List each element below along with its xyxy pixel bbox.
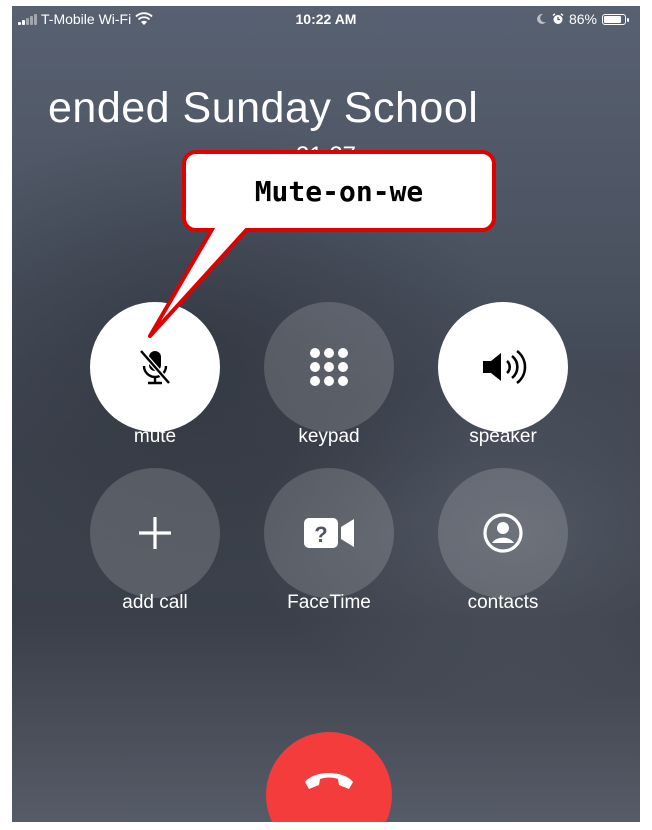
status-right: 86%: [535, 11, 629, 27]
annotation-text: Mute-on-we: [254, 174, 424, 208]
status-bar: T-Mobile Wi-Fi 10:22 AM 86%: [12, 6, 640, 32]
speaker-button[interactable]: [438, 302, 568, 432]
facetime-icon: ?: [304, 518, 354, 548]
phone-hangup-icon: [305, 773, 353, 789]
keypad-icon: [310, 348, 348, 386]
mute-button[interactable]: [90, 302, 220, 432]
facetime-label: FaceTime: [287, 592, 371, 613]
end-call-button[interactable]: [266, 732, 392, 822]
moon-icon: [537, 13, 546, 24]
battery-icon: [602, 13, 629, 25]
call-screen: T-Mobile Wi-Fi 10:22 AM 86% ended Sunday…: [12, 6, 640, 822]
add-call-label: add call: [122, 592, 188, 613]
caller-name: ended Sunday School: [48, 84, 479, 132]
speaker-label: speaker: [469, 426, 537, 447]
facetime-button[interactable]: ?: [264, 468, 394, 598]
speaker-icon: [483, 349, 527, 385]
keypad-label: keypad: [298, 426, 360, 447]
add-call-button[interactable]: [90, 468, 220, 598]
keypad-button[interactable]: [264, 302, 394, 432]
plus-icon: [139, 517, 171, 549]
alarm-icon: [552, 13, 564, 24]
battery-percent: 86%: [568, 11, 597, 27]
contacts-button[interactable]: [438, 468, 568, 598]
annotation-callout: Mute-on-we: [182, 150, 496, 232]
svg-text:?: ?: [314, 522, 327, 547]
contacts-icon: [483, 513, 523, 553]
mute-label: mute: [133, 426, 177, 447]
mic-slash-icon: [139, 349, 171, 385]
battery-fill: [604, 15, 622, 23]
contacts-label: contacts: [467, 592, 539, 613]
